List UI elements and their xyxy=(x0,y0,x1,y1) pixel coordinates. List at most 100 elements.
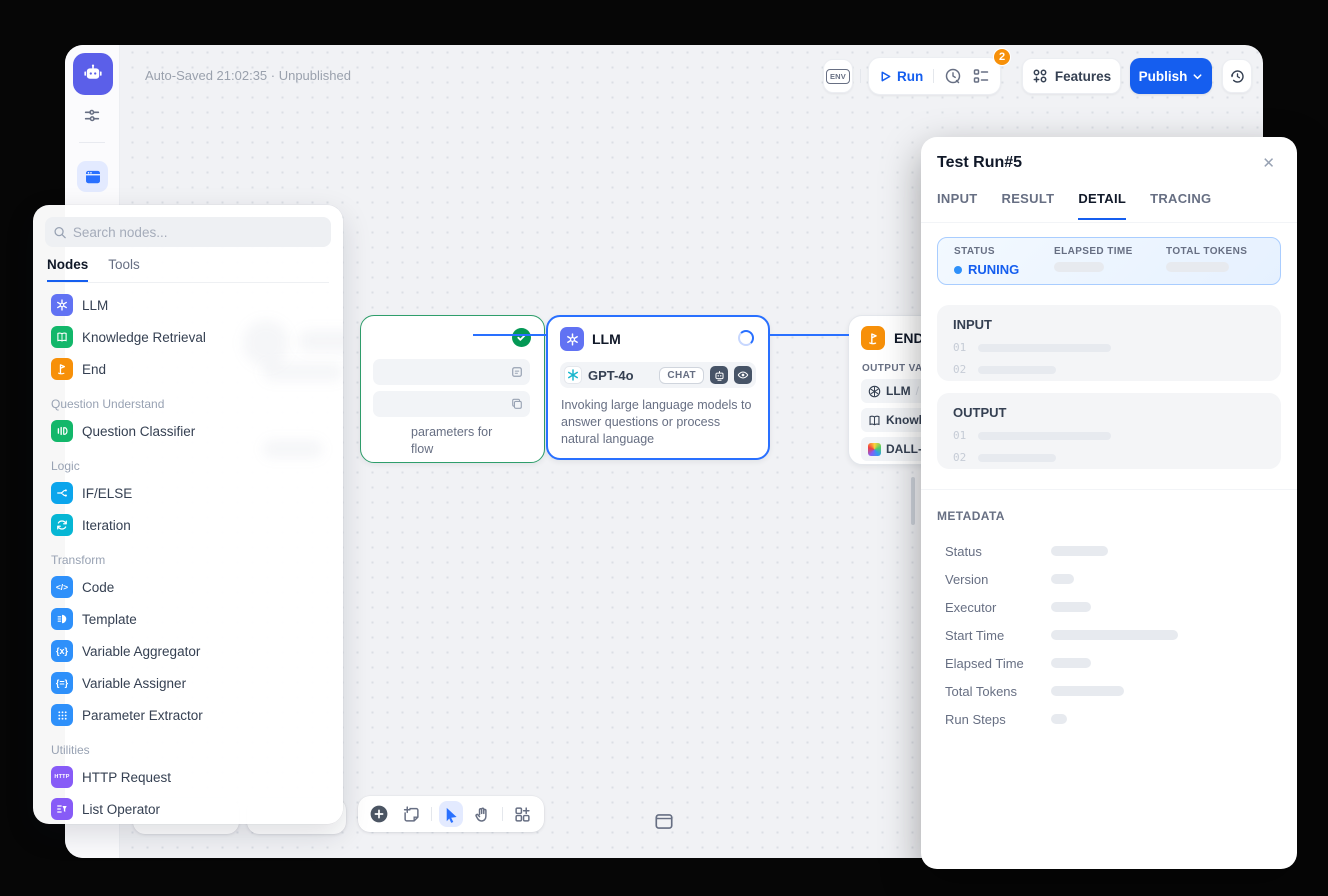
end-node-title: END xyxy=(894,330,924,346)
section-utilities: Utilities xyxy=(45,731,331,761)
node-item-template[interactable]: Template xyxy=(45,603,331,635)
start-node-description-line: flow xyxy=(411,442,433,456)
hand-icon[interactable] xyxy=(470,801,495,827)
input-skeleton xyxy=(978,366,1056,374)
metadata-label: Version xyxy=(945,572,1051,587)
node-item-code[interactable]: </> Code xyxy=(45,571,331,603)
flag-icon xyxy=(51,358,73,380)
elapsed-time-label: ELAPSED TIME xyxy=(1054,246,1166,257)
divider xyxy=(79,142,105,143)
features-icon xyxy=(1032,68,1048,84)
llm-node-description: Invoking large language models to answer… xyxy=(561,397,756,448)
row-number: 02 xyxy=(953,363,966,376)
tab-tools[interactable]: Tools xyxy=(108,257,140,282)
search-input[interactable] xyxy=(73,225,323,240)
metadata-label: Executor xyxy=(945,600,1051,615)
eye-icon xyxy=(734,366,752,384)
run-panel-title: Test Run#5 xyxy=(937,154,1022,172)
node-item-variable-assigner[interactable]: {=} Variable Assigner xyxy=(45,667,331,699)
tab-nodes[interactable]: Nodes xyxy=(47,257,88,282)
input-card: INPUT 01 02 xyxy=(937,305,1281,381)
cycle-icon xyxy=(51,514,73,536)
app-logo[interactable] xyxy=(73,53,113,95)
preferences-sliders-icon[interactable] xyxy=(84,107,101,124)
output-card: OUTPUT 01 02 xyxy=(937,393,1281,469)
tab-input[interactable]: INPUT xyxy=(937,191,978,220)
node-item-http-request[interactable]: HTTP HTTP Request xyxy=(45,761,331,793)
metadata-label: Status xyxy=(945,544,1051,559)
metadata-skeleton xyxy=(1051,574,1074,584)
elapsed-time-skeleton xyxy=(1054,262,1104,272)
section-logic: Logic xyxy=(45,447,331,477)
version-history-button[interactable] xyxy=(1222,59,1252,93)
start-node[interactable]: parameters for flow xyxy=(360,315,545,463)
divider xyxy=(921,489,1297,490)
metadata-label: Start Time xyxy=(945,628,1051,643)
workflow-tab[interactable] xyxy=(77,161,108,192)
model-name: GPT-4o xyxy=(588,368,653,383)
robot-icon xyxy=(81,62,105,86)
node-item-end[interactable]: End xyxy=(45,353,331,385)
node-search-box[interactable] xyxy=(45,217,331,247)
history-icon xyxy=(1229,68,1246,85)
node-item-llm[interactable]: LLM xyxy=(45,289,331,321)
node-item-question-classifier[interactable]: Question Classifier xyxy=(45,415,331,447)
pointer-icon[interactable] xyxy=(439,801,464,827)
metadata-skeleton xyxy=(1051,546,1108,556)
run-button[interactable]: Run xyxy=(879,69,923,84)
output-skeleton xyxy=(978,432,1111,440)
braces-x-icon: {x} xyxy=(51,640,73,662)
organize-icon[interactable] xyxy=(510,801,535,827)
search-icon xyxy=(53,225,67,240)
start-field-row[interactable] xyxy=(373,359,530,385)
start-node-description-line: parameters for xyxy=(411,425,492,439)
template-icon xyxy=(51,608,73,630)
run-button-group: Run xyxy=(868,57,1001,95)
play-icon xyxy=(879,70,892,83)
section-transform: Transform xyxy=(45,541,331,571)
node-item-parameter-extractor[interactable]: Parameter Extractor xyxy=(45,699,331,731)
close-icon[interactable]: ✕ xyxy=(1262,154,1275,172)
publish-button[interactable]: Publish xyxy=(1130,58,1212,94)
env-button[interactable]: ENV xyxy=(823,59,853,93)
screen: parameters for flow LLM GPT-4o CHAT xyxy=(0,0,1328,896)
notification-badge: 2 xyxy=(993,48,1011,66)
end-node-icon xyxy=(861,326,885,350)
llm-node[interactable]: LLM GPT-4o CHAT Invoking large language … xyxy=(546,315,770,460)
checklist-icon[interactable] xyxy=(972,67,990,85)
canvas-control-toolbar xyxy=(358,796,544,832)
metadata-skeleton xyxy=(1051,686,1124,696)
tab-result[interactable]: RESULT xyxy=(1002,191,1055,220)
llm-icon xyxy=(51,294,73,316)
node-item-if-else[interactable]: IF/ELSE xyxy=(45,477,331,509)
paragraph-icon xyxy=(511,366,523,378)
stopwatch-icon[interactable] xyxy=(944,67,962,85)
chat-mode-badge: CHAT xyxy=(659,367,704,384)
tab-detail[interactable]: DETAIL xyxy=(1078,191,1126,220)
branch-icon xyxy=(51,482,73,504)
metadata-label: Elapsed Time xyxy=(945,656,1051,671)
plus-circle-icon[interactable] xyxy=(367,801,392,827)
scrollbar-thumb[interactable] xyxy=(911,477,915,525)
tab-tracing[interactable]: TRACING xyxy=(1150,191,1211,220)
start-field-row[interactable] xyxy=(373,391,530,417)
model-selector[interactable]: GPT-4o CHAT xyxy=(560,362,756,388)
row-number: 01 xyxy=(953,429,966,442)
node-item-variable-aggregator[interactable]: {x} Variable Aggregator xyxy=(45,635,331,667)
terminal-window-icon[interactable] xyxy=(655,812,674,831)
run-panel-tabs: INPUT RESULT DETAIL TRACING xyxy=(937,191,1211,220)
node-item-knowledge-retrieval[interactable]: Knowledge Retrieval xyxy=(45,321,331,353)
chevron-down-icon xyxy=(1192,71,1203,82)
edge-start-to-llm xyxy=(473,334,548,336)
status-card: STATUS RUNING ELAPSED TIME TOTAL TOKENS xyxy=(937,237,1281,285)
row-number: 02 xyxy=(953,451,966,464)
code-icon: </> xyxy=(51,576,73,598)
node-item-list-operator[interactable]: List Operator xyxy=(45,793,331,824)
add-note-icon[interactable] xyxy=(399,801,424,827)
section-question-understand: Question Understand xyxy=(45,385,331,415)
test-run-panel: Test Run#5 ✕ INPUT RESULT DETAIL TRACING… xyxy=(921,137,1297,869)
window-icon xyxy=(84,168,102,186)
node-item-iteration[interactable]: Iteration xyxy=(45,509,331,541)
features-button[interactable]: Features xyxy=(1022,58,1121,94)
llm-node-title: LLM xyxy=(592,331,621,347)
